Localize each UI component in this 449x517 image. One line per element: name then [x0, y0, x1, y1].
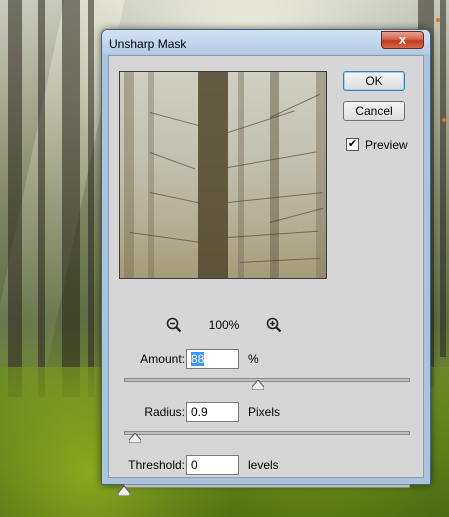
- amount-slider-thumb[interactable]: [252, 380, 265, 390]
- dialog-body: 100% OK Cancel ✔ Preview Amount: 88 % Ra…: [108, 55, 424, 496]
- unsharp-mask-dialog: Unsharp Mask x 100% OK Cancel ✔ Preview …: [101, 29, 431, 496]
- threshold-input[interactable]: 0: [186, 455, 239, 475]
- threshold-unit: levels: [248, 458, 279, 472]
- radius-label: Radius:: [144, 405, 185, 419]
- amount-input[interactable]: 88: [186, 349, 239, 369]
- radius-value: 0.9: [191, 405, 208, 419]
- dialog-title: Unsharp Mask: [109, 37, 187, 51]
- threshold-slider-thumb[interactable]: [118, 486, 130, 496]
- threshold-slider[interactable]: [124, 484, 410, 488]
- threshold-value: 0: [191, 458, 198, 472]
- zoom-out-icon[interactable]: [165, 316, 183, 334]
- cancel-button[interactable]: Cancel: [343, 101, 405, 121]
- preview-label: Preview: [365, 138, 408, 152]
- close-icon: x: [398, 32, 407, 47]
- radius-slider[interactable]: [124, 431, 410, 435]
- ok-button[interactable]: OK: [343, 71, 405, 91]
- title-bar[interactable]: Unsharp Mask x: [102, 30, 430, 54]
- amount-value: 88: [191, 352, 205, 366]
- radius-unit: Pixels: [248, 405, 281, 419]
- close-button[interactable]: x: [381, 31, 424, 49]
- amount-label: Amount:: [140, 352, 185, 366]
- checkmark-icon[interactable]: ✔: [346, 138, 359, 151]
- radius-slider-thumb[interactable]: [129, 433, 142, 443]
- threshold-label: Threshold:: [128, 458, 185, 472]
- zoom-level: 100%: [208, 318, 240, 332]
- zoom-controls: 100%: [165, 316, 283, 334]
- preview-image[interactable]: [119, 71, 327, 279]
- amount-slider[interactable]: [124, 378, 410, 382]
- radius-input[interactable]: 0.9: [186, 402, 239, 422]
- amount-unit: %: [248, 352, 259, 366]
- zoom-in-icon[interactable]: [265, 316, 283, 334]
